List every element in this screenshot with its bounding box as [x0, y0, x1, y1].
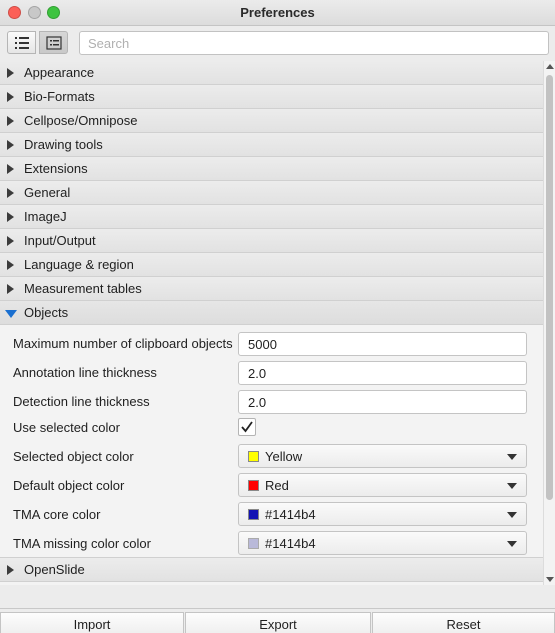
- vertical-scrollbar[interactable]: [543, 61, 555, 585]
- color-swatch: [248, 509, 259, 520]
- reset-button[interactable]: Reset: [372, 612, 555, 633]
- section-label: Extensions: [24, 161, 88, 176]
- color-value: Red: [265, 478, 289, 493]
- category-view-button[interactable]: [39, 31, 68, 54]
- detection-line-thickness-row: Detection line thickness 2.0: [0, 388, 543, 417]
- tma-missing-color-row: TMA missing color color #1414b4: [0, 530, 543, 559]
- collapse-arrow-icon: [5, 310, 17, 318]
- section-label: Appearance: [24, 65, 95, 80]
- max-clipboard-objects-field[interactable]: 5000: [238, 332, 527, 356]
- section-label: Drawing tools: [24, 137, 103, 152]
- section-general[interactable]: General: [0, 181, 543, 205]
- use-selected-color-label: Use selected color: [13, 420, 120, 435]
- annotation-line-thickness-label: Annotation line thickness: [13, 365, 157, 380]
- detection-line-thickness-label: Detection line thickness: [13, 394, 150, 409]
- use-selected-color-checkbox[interactable]: [238, 418, 256, 436]
- color-value: #1414b4: [265, 536, 316, 551]
- section-imagej[interactable]: ImageJ: [0, 205, 543, 229]
- expand-arrow-icon: [7, 140, 14, 150]
- export-button[interactable]: Export: [185, 612, 371, 633]
- section-label: Cellpose/Omnipose: [24, 113, 138, 128]
- section-extensions[interactable]: Extensions: [0, 157, 543, 181]
- scroll-up-arrow-icon[interactable]: [546, 64, 554, 69]
- color-value: #1414b4: [265, 507, 316, 522]
- section-label: Input/Output: [24, 233, 96, 248]
- section-label: Measurement tables: [24, 281, 142, 296]
- section-openslide[interactable]: OpenSlide: [0, 558, 543, 582]
- import-button[interactable]: Import: [0, 612, 184, 633]
- expand-arrow-icon: [7, 164, 14, 174]
- section-label: OpenSlide: [24, 562, 85, 577]
- section-label: Objects: [24, 305, 69, 320]
- color-value: Yellow: [265, 449, 303, 464]
- section-drawing-tools[interactable]: Drawing tools: [0, 133, 543, 157]
- expand-arrow-icon: [7, 68, 14, 78]
- color-swatch: [248, 451, 259, 462]
- tma-core-color-label: TMA core color: [13, 507, 101, 522]
- section-label: ImageJ: [24, 209, 67, 224]
- section-label: Language & region: [24, 257, 134, 272]
- tma-core-color-row: TMA core color #1414b4: [0, 501, 543, 530]
- selected-object-color-label: Selected object color: [13, 449, 134, 464]
- color-swatch: [248, 480, 259, 491]
- expand-arrow-icon: [7, 188, 14, 198]
- checkmark-icon: [241, 421, 253, 433]
- tma-missing-color-label: TMA missing color color: [13, 536, 151, 551]
- expand-arrow-icon: [7, 565, 14, 575]
- expand-arrow-icon: [7, 212, 14, 222]
- expand-arrow-icon: [7, 236, 14, 246]
- section-measurement-tables[interactable]: Measurement tables: [0, 277, 543, 301]
- chevron-down-icon: [507, 512, 517, 518]
- list-icon: [15, 37, 29, 49]
- section-objects[interactable]: Objects: [0, 301, 543, 325]
- section-label: Bio-Formats: [24, 89, 95, 104]
- scroll-down-arrow-icon[interactable]: [546, 577, 554, 582]
- selected-object-color-combo[interactable]: Yellow: [238, 444, 527, 468]
- section-bio-formats[interactable]: Bio-Formats: [0, 85, 543, 109]
- title-bar: Preferences: [0, 0, 555, 26]
- preferences-pane: Appearance Bio-Formats Cellpose/Omnipose…: [0, 61, 543, 585]
- section-label: General: [24, 185, 71, 200]
- expand-arrow-icon: [7, 260, 14, 270]
- annotation-line-thickness-field[interactable]: 2.0: [238, 361, 527, 385]
- default-object-color-combo[interactable]: Red: [238, 473, 527, 497]
- list-view-button[interactable]: [7, 31, 36, 54]
- default-object-color-row: Default object color Red: [0, 472, 543, 501]
- detection-line-thickness-field[interactable]: 2.0: [238, 390, 527, 414]
- section-language-region[interactable]: Language & region: [0, 253, 543, 277]
- objects-section-body: Maximum number of clipboard objects 5000…: [0, 325, 543, 558]
- scrollbar-thumb[interactable]: [546, 75, 553, 500]
- chevron-down-icon: [507, 483, 517, 489]
- max-clipboard-objects-label: Maximum number of clipboard objects: [13, 336, 233, 351]
- color-swatch: [248, 538, 259, 549]
- tree-list-icon: [46, 36, 62, 50]
- tma-missing-color-combo[interactable]: #1414b4: [238, 531, 527, 555]
- section-input-output[interactable]: Input/Output: [0, 229, 543, 253]
- button-bar: Import Export Reset: [0, 608, 555, 633]
- expand-arrow-icon: [7, 92, 14, 102]
- default-object-color-label: Default object color: [13, 478, 125, 493]
- section-cellpose[interactable]: Cellpose/Omnipose: [0, 109, 543, 133]
- window-title: Preferences: [240, 5, 315, 20]
- expand-arrow-icon: [7, 116, 14, 126]
- use-selected-color-row: Use selected color: [0, 417, 543, 443]
- toolbar: [0, 27, 555, 61]
- chevron-down-icon: [507, 454, 517, 460]
- max-clipboard-objects-row: Maximum number of clipboard objects 5000: [0, 330, 543, 359]
- selected-object-color-row: Selected object color Yellow: [0, 443, 543, 472]
- expand-arrow-icon: [7, 284, 14, 294]
- chevron-down-icon: [507, 541, 517, 547]
- search-input[interactable]: [79, 31, 549, 55]
- section-appearance[interactable]: Appearance: [0, 61, 543, 85]
- tma-core-color-combo[interactable]: #1414b4: [238, 502, 527, 526]
- annotation-line-thickness-row: Annotation line thickness 2.0: [0, 359, 543, 388]
